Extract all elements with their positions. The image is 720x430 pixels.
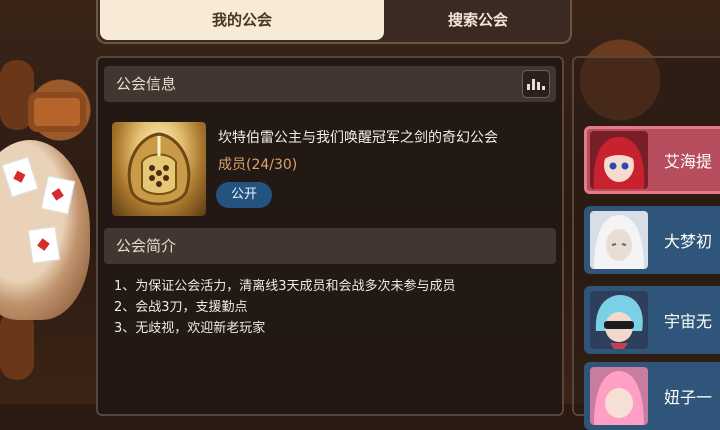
tab-search-guild[interactable]: 搜索公会: [388, 0, 568, 40]
member-name: 大梦初: [664, 232, 713, 251]
avatar: [590, 291, 648, 349]
guild-info-panel: 公会信息 坎特伯雷公主与我们唤醒冠军之剑的奇幻公会 成员(24/30) 公开 公…: [96, 56, 564, 416]
intro-line: 1、为保证公会活力，清离线3天成员和会战多次未参与成员: [114, 279, 456, 294]
member-name: 妞子一: [664, 388, 713, 407]
avatar: [590, 131, 648, 189]
guild-intro-text: 1、为保证公会活力，清离线3天成员和会战多次未参与成员 2、会战3刀，支援勤点 …: [114, 276, 456, 339]
guild-intro-header: 公会简介: [104, 228, 556, 264]
member-item[interactable]: 艾海提: [584, 126, 720, 194]
helmet-emblem-icon: [127, 132, 191, 206]
guild-emblem: [112, 122, 206, 216]
bar-chart-icon: [527, 84, 530, 90]
member-item[interactable]: 宇宙无: [584, 286, 720, 354]
playing-card: [27, 226, 61, 264]
visibility-badge: 公开: [216, 182, 272, 208]
member-item[interactable]: 妞子一: [584, 362, 720, 430]
avatar: [590, 367, 648, 425]
intro-line: 3、无歧视，欢迎新老玩家: [114, 321, 266, 336]
member-name: 艾海提: [664, 152, 713, 171]
guild-info-title: 公会信息: [116, 75, 177, 93]
guild-tab-bar: 我的公会 搜索公会: [96, 0, 572, 44]
tab-my-guild[interactable]: 我的公会: [100, 0, 384, 40]
guild-name: 坎特伯雷公主与我们唤醒冠军之剑的奇幻公会: [218, 130, 498, 146]
stats-button[interactable]: [522, 70, 550, 98]
intro-line: 2、会战3刀，支援勤点: [114, 300, 248, 315]
member-item[interactable]: 大梦初: [584, 206, 720, 274]
avatar: [590, 211, 648, 269]
guild-info-header: 公会信息: [104, 66, 556, 102]
member-name: 宇宙无: [664, 312, 713, 331]
guild-intro-title: 公会简介: [116, 237, 177, 255]
wooden-disk-decoration: [28, 92, 86, 132]
wooden-post: [0, 310, 34, 380]
member-count: 成员(24/30): [218, 157, 298, 173]
